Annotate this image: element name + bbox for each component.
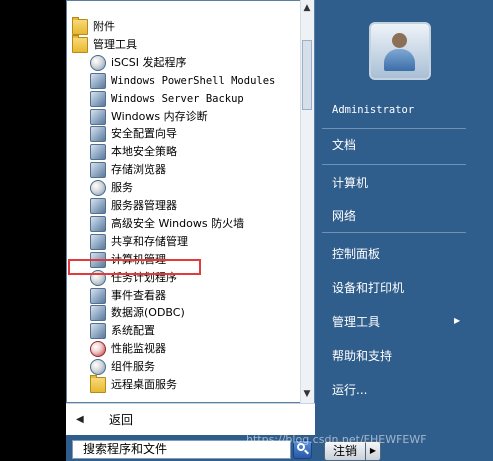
username-label[interactable]: Administrator: [332, 104, 414, 116]
program-label: 系统配置: [111, 324, 155, 338]
program-label: 服务: [111, 181, 133, 195]
program-label: 性能监视器: [111, 342, 166, 356]
program-item[interactable]: Windows 内存诊断: [90, 108, 208, 126]
program-label: Windows Server Backup: [111, 92, 244, 105]
program-item[interactable]: 共享和存储管理: [90, 233, 188, 251]
program-label: Windows 内存诊断: [111, 109, 208, 123]
program-item[interactable]: 管理工具: [72, 34, 137, 54]
folder-icon: [72, 17, 88, 35]
program-item[interactable]: 组件服务: [90, 358, 155, 376]
program-label: 存储浏览器: [111, 163, 166, 177]
performance-icon: [90, 341, 106, 358]
program-item[interactable]: 安全配置向导: [90, 125, 177, 143]
avatar[interactable]: [369, 22, 431, 80]
watermark: https://blog.csdn.net/FHEWFEWF: [246, 433, 427, 446]
program-item[interactable]: 性能监视器: [90, 340, 166, 358]
scroll-up-arrow-icon[interactable]: ▲: [302, 3, 312, 13]
program-label: 服务器管理器: [111, 199, 177, 212]
separator: [322, 232, 466, 233]
highlight-annotation: [68, 259, 201, 275]
program-label: 管理工具: [93, 37, 137, 51]
folder-icon: [72, 34, 88, 53]
program-label: Windows PowerShell Modules: [111, 74, 276, 87]
program-item[interactable]: 事件查看器: [90, 287, 166, 305]
security-wizard-icon: [90, 126, 106, 143]
program-label: 远程桌面服务: [111, 378, 177, 391]
run-item[interactable]: 运行...: [332, 381, 367, 398]
program-item[interactable]: 远程桌面服务: [90, 375, 177, 394]
program-item[interactable]: 系统配置: [90, 322, 155, 340]
scroll-down-arrow-icon[interactable]: ▼: [302, 389, 312, 399]
program-item[interactable]: 高级安全 Windows 防火墙: [90, 215, 244, 233]
program-label: 组件服务: [111, 360, 155, 374]
documents-item[interactable]: 文档: [332, 136, 356, 153]
storage-icon: [90, 162, 106, 179]
backup-icon: [90, 90, 106, 107]
separator: [322, 128, 466, 129]
submenu-arrow-icon: ▶: [454, 316, 461, 325]
avatar-body: [384, 49, 415, 71]
program-item[interactable]: 附件: [72, 17, 115, 36]
computer-item[interactable]: 计算机: [332, 174, 368, 191]
devices-printers-item[interactable]: 设备和打印机: [332, 279, 404, 296]
scroll-thumb[interactable]: [302, 40, 312, 110]
program-label: 事件查看器: [111, 288, 166, 302]
program-item[interactable]: Windows PowerShell Modules: [90, 72, 275, 90]
program-label: iSCSI 发起程序: [111, 55, 187, 69]
program-item[interactable]: iSCSI 发起程序: [90, 54, 186, 72]
program-item[interactable]: 本地安全策略: [90, 143, 177, 161]
server-icon: [90, 198, 106, 214]
program-item[interactable]: 服务: [90, 179, 133, 197]
network-item[interactable]: 网络: [332, 207, 356, 224]
database-icon: [90, 305, 106, 322]
program-label: 共享和存储管理: [111, 234, 188, 248]
back-arrow-icon: ◀: [76, 414, 84, 425]
program-label: 数据源(ODBC): [111, 306, 185, 320]
control-panel-item[interactable]: 控制面板: [332, 245, 380, 262]
program-item[interactable]: Windows Server Backup: [90, 90, 244, 108]
event-viewer-icon: [90, 287, 106, 304]
system-config-icon: [90, 323, 106, 340]
lock-icon: [90, 144, 106, 161]
program-item[interactable]: 服务器管理器: [90, 197, 177, 215]
share-icon: [90, 233, 106, 250]
admin-tools-item[interactable]: 管理工具: [332, 313, 380, 330]
back-button[interactable]: ◀ 返回: [76, 411, 133, 428]
help-support-item[interactable]: 帮助和支持: [332, 347, 392, 364]
globe-icon: [90, 54, 106, 71]
separator: [322, 164, 466, 165]
avatar-head: [392, 33, 407, 48]
program-item[interactable]: 存储浏览器: [90, 161, 166, 179]
back-label: 返回: [109, 413, 134, 427]
program-label: 附件: [93, 20, 115, 33]
component-icon: [90, 359, 106, 376]
program-label: 本地安全策略: [111, 145, 177, 159]
firewall-icon: [90, 215, 106, 232]
program-label: 安全配置向导: [111, 127, 177, 141]
folder-icon: [90, 375, 106, 393]
powershell-icon: [90, 72, 106, 89]
program-item[interactable]: 数据源(ODBC): [90, 304, 185, 322]
gear-icon: [90, 180, 106, 197]
memory-icon: [90, 108, 106, 125]
program-label: 高级安全 Windows 防火墙: [111, 216, 245, 230]
